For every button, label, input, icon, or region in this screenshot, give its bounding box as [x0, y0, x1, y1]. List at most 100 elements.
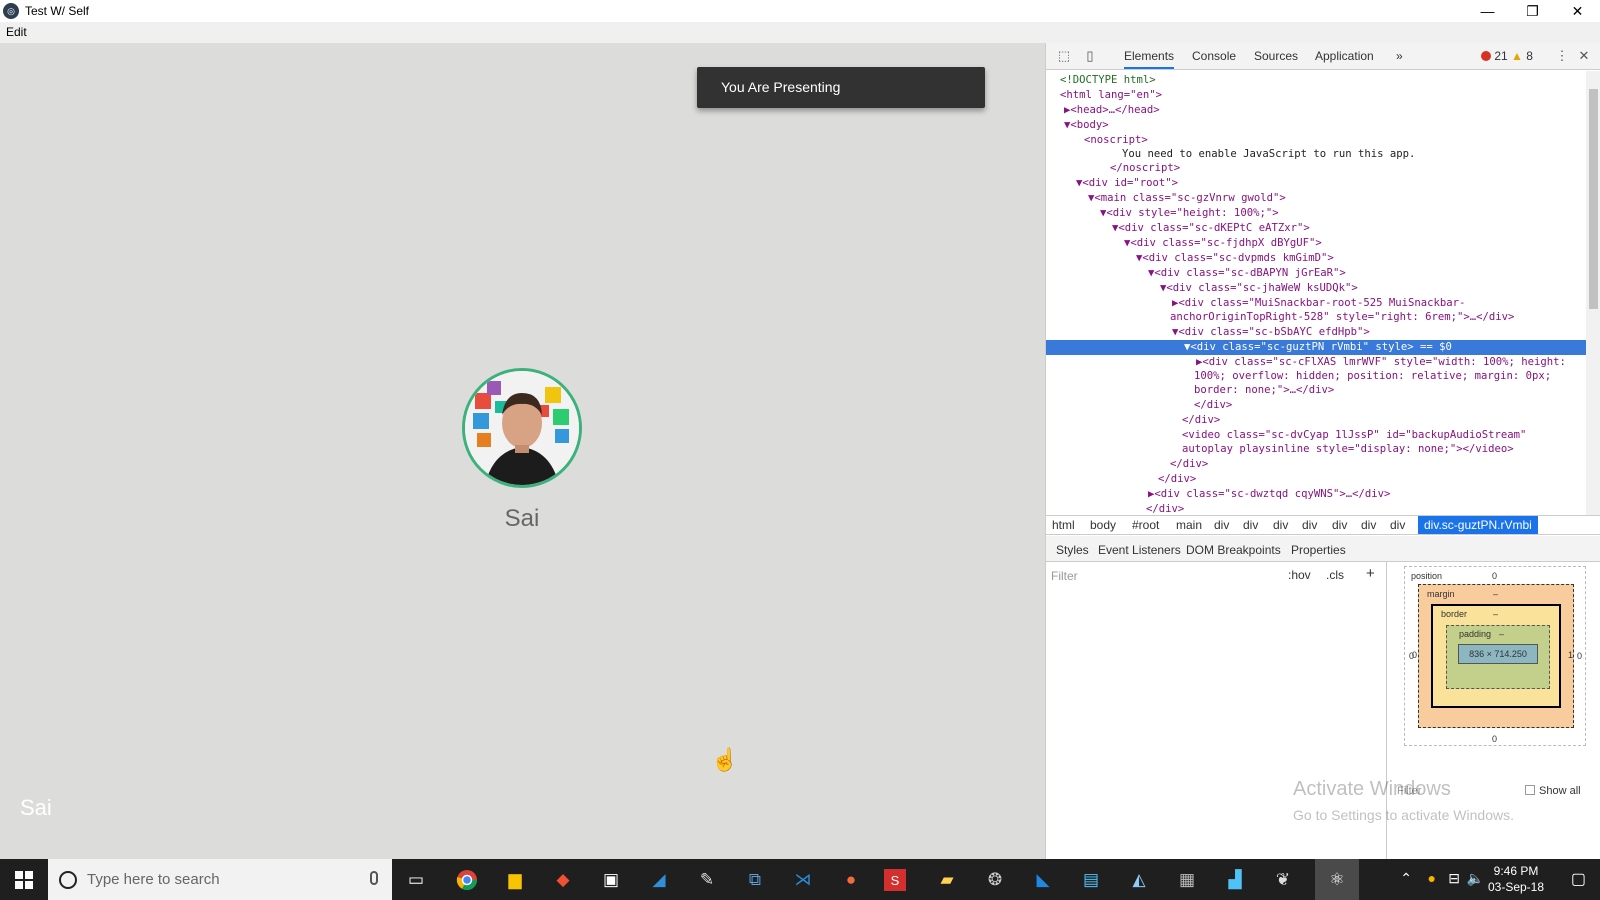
- close-window-button[interactable]: ✕: [1555, 0, 1600, 22]
- terminal-icon[interactable]: ▣: [596, 865, 626, 895]
- tab-styles[interactable]: Styles: [1056, 543, 1089, 557]
- kebab-menu-icon[interactable]: ⋮: [1554, 48, 1570, 64]
- wave-app-icon[interactable]: ◣: [1028, 865, 1058, 895]
- styles-filter-input[interactable]: Filter: [1051, 569, 1078, 583]
- app-s-icon[interactable]: S: [884, 869, 906, 891]
- issue-counts[interactable]: 21 ▲ 8: [1481, 49, 1533, 63]
- dom-node[interactable]: <!DOCTYPE html>: [1060, 73, 1156, 88]
- breadcrumb-item[interactable]: div: [1390, 518, 1405, 532]
- system-clock[interactable]: 9:46 PM 03-Sep-18: [1480, 863, 1552, 895]
- menu-edit[interactable]: Edit: [6, 25, 27, 39]
- dom-node[interactable]: ▼<div style="height: 100%;">: [1100, 206, 1279, 221]
- chrome-icon[interactable]: [452, 865, 482, 895]
- restore-button[interactable]: ❐: [1510, 0, 1555, 22]
- notifications-icon[interactable]: ▢: [1571, 869, 1586, 889]
- paint-icon[interactable]: ❦: [1268, 865, 1298, 895]
- dom-node[interactable]: ▼<main class="sc-gzVnrw gwold">: [1088, 191, 1286, 206]
- hov-toggle[interactable]: :hov: [1288, 568, 1311, 582]
- dom-node[interactable]: ▼<body>: [1064, 118, 1109, 133]
- dom-node[interactable]: </div>: [1158, 472, 1196, 487]
- breadcrumb-item[interactable]: #root: [1132, 518, 1159, 532]
- dom-node[interactable]: <html lang="en">: [1060, 88, 1162, 103]
- dom-node[interactable]: ▼<div id="root">: [1076, 176, 1178, 191]
- dom-node[interactable]: autoplay playsinline style="display: non…: [1182, 442, 1514, 457]
- tools-icon[interactable]: ✎: [692, 865, 722, 895]
- task-view-icon[interactable]: ▭: [401, 865, 431, 895]
- device-toolbar-icon[interactable]: ▯: [1082, 48, 1098, 64]
- file-explorer-icon[interactable]: ▆: [500, 865, 530, 895]
- store-app-icon[interactable]: ▤: [1076, 865, 1106, 895]
- breadcrumb-item[interactable]: div: [1361, 518, 1376, 532]
- show-all-checkbox[interactable]: [1525, 785, 1535, 795]
- dom-node[interactable]: </div>: [1146, 502, 1184, 515]
- breadcrumb-item[interactable]: div: [1243, 518, 1258, 532]
- dom-node[interactable]: ▼<div class="sc-jhaWeW ksUDQk">: [1160, 281, 1358, 296]
- network-app-icon[interactable]: ⧉: [740, 865, 770, 895]
- breadcrumb-item[interactable]: div: [1214, 518, 1229, 532]
- tab-properties[interactable]: Properties: [1291, 543, 1346, 557]
- dom-node[interactable]: ▼<div class="sc-dvpmds kmGimD">: [1136, 251, 1334, 266]
- activate-windows-watermark: Activate Windows Go to Settings to activ…: [1293, 778, 1514, 823]
- add-rule-icon[interactable]: +: [1366, 565, 1375, 582]
- breadcrumb-item[interactable]: html: [1052, 518, 1075, 532]
- tab-elements[interactable]: Elements: [1124, 49, 1175, 69]
- dom-node[interactable]: </div>: [1170, 457, 1208, 472]
- screen-app-icon[interactable]: ▦: [1172, 865, 1202, 895]
- cls-toggle[interactable]: .cls: [1326, 568, 1344, 582]
- breadcrumb-item[interactable]: body: [1090, 518, 1116, 532]
- postman-icon[interactable]: ●: [836, 865, 866, 895]
- tab-application[interactable]: Application: [1315, 49, 1374, 63]
- breadcrumb-item[interactable]: div: [1273, 518, 1288, 532]
- minimize-button[interactable]: —: [1465, 0, 1510, 22]
- search-input[interactable]: Type here to search: [87, 871, 220, 888]
- dom-tree-scrollbar[interactable]: [1586, 71, 1600, 515]
- microphone-icon[interactable]: [370, 871, 378, 885]
- dom-node[interactable]: ▶<div class="MuiSnackbar-root-525 MuiSna…: [1172, 296, 1465, 311]
- breadcrumb-item-active[interactable]: div.sc-guztPN.rVmbi: [1418, 516, 1538, 534]
- start-button[interactable]: [0, 859, 48, 900]
- dom-node[interactable]: ▼<div class="sc-fjdhpX dBYgUF">: [1124, 236, 1322, 251]
- breadcrumb-item[interactable]: main: [1176, 518, 1202, 532]
- powershell-icon[interactable]: ◢: [644, 865, 674, 895]
- dom-node[interactable]: <noscript>: [1084, 133, 1148, 148]
- window-titlebar: ◎ Test W/ Self — ❐ ✕: [0, 0, 1600, 22]
- dom-node[interactable]: ▶<div class="sc-cFlXAS lmrWVF" style="wi…: [1196, 355, 1566, 370]
- close-devtools-icon[interactable]: ✕: [1576, 48, 1592, 64]
- dom-node[interactable]: <video class="sc-dvCyap 1lJssP" id="back…: [1182, 428, 1526, 443]
- dom-node[interactable]: ▼<div class="sc-dBAPYN jGrEaR">: [1148, 266, 1346, 281]
- breadcrumb-item[interactable]: div: [1332, 518, 1347, 532]
- vscode-icon[interactable]: ⋊: [788, 865, 818, 895]
- dom-node[interactable]: </noscript>: [1110, 161, 1180, 176]
- dom-node[interactable]: </div>: [1182, 413, 1220, 428]
- tab-console[interactable]: Console: [1192, 49, 1236, 63]
- dom-node[interactable]: ▶<head>…</head>: [1064, 103, 1160, 118]
- dom-node[interactable]: anchorOriginTopRight-528" style="right: …: [1170, 310, 1514, 325]
- tray-chevron-icon[interactable]: ⌃: [1400, 870, 1412, 887]
- network-icon[interactable]: ⊟: [1448, 870, 1460, 887]
- inspect-element-icon[interactable]: ⬚: [1056, 48, 1072, 64]
- dom-tree[interactable]: <!DOCTYPE html> <html lang="en"> ▶<head>…: [1046, 71, 1586, 515]
- dom-node[interactable]: </div>: [1194, 398, 1232, 413]
- tab-sources[interactable]: Sources: [1254, 49, 1298, 63]
- dom-node[interactable]: ▼<div class="sc-bSbAYC efdHpb">: [1172, 325, 1370, 340]
- dom-node[interactable]: ▼<div class="sc-dKEPtC eATZxr">: [1112, 221, 1310, 236]
- dom-node[interactable]: ▶<div class="sc-dwztqd cqyWNS">…</div>: [1148, 487, 1390, 502]
- scrollbar-thumb[interactable]: [1589, 89, 1598, 309]
- chat-app-icon[interactable]: ❂: [980, 865, 1010, 895]
- more-tabs-icon[interactable]: »: [1396, 49, 1403, 63]
- taskbar-search[interactable]: Type here to search: [48, 859, 392, 900]
- electron-app-icon[interactable]: ⚛: [1315, 859, 1359, 900]
- wireshark-icon[interactable]: ◭: [1124, 865, 1154, 895]
- warning-icon: ▲: [1511, 49, 1523, 63]
- dom-text-node[interactable]: You need to enable JavaScript to run thi…: [1122, 147, 1415, 162]
- dom-node[interactable]: 100%; overflow: hidden; position: relati…: [1194, 369, 1551, 384]
- breadcrumb-item[interactable]: div: [1302, 518, 1317, 532]
- dom-node-selected[interactable]: ▼<div class="sc-guztPN rVmbi" style> == …: [1046, 340, 1586, 355]
- tray-chrome-icon[interactable]: ●: [1428, 870, 1436, 886]
- git-icon[interactable]: ◆: [548, 865, 578, 895]
- tab-dom-breakpoints[interactable]: DOM Breakpoints: [1186, 543, 1281, 557]
- tab-event-listeners[interactable]: Event Listeners: [1098, 543, 1181, 557]
- sticky-notes-icon[interactable]: ▰: [932, 865, 962, 895]
- dom-node[interactable]: border: none;">…</div>: [1194, 383, 1334, 398]
- store-bag-icon[interactable]: ▟: [1220, 865, 1250, 895]
